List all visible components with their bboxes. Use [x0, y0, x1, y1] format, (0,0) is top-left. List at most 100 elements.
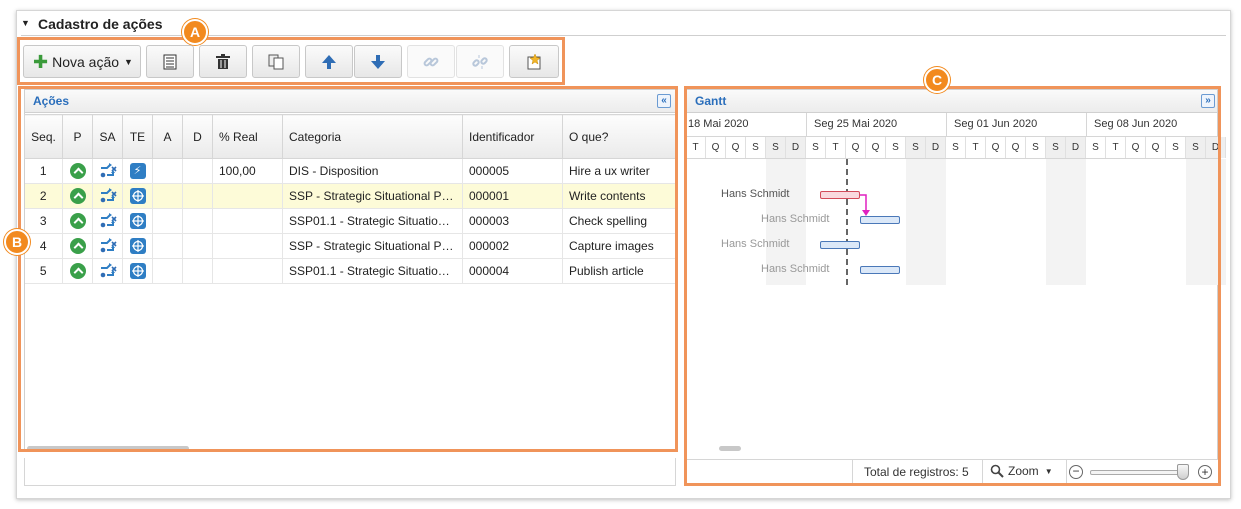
gantt-panel-title: Gantt: [695, 94, 727, 108]
gantt-day-label: T: [1106, 137, 1126, 158]
gantt-footer: Total de registros: 5 Zoom ▼ − +: [686, 459, 1218, 484]
delete-button[interactable]: [199, 45, 247, 78]
expand-right-icon[interactable]: »: [1201, 94, 1215, 108]
acoes-grid: Seq. P SA TE A D % Real Categoria Identi…: [24, 114, 677, 284]
shuffle-icon: [100, 263, 117, 278]
col-header-identificador[interactable]: Identificador: [462, 114, 563, 159]
arrow-down-icon: [371, 54, 385, 69]
chevron-down-icon: ▼: [1044, 466, 1053, 476]
cell-seq: 2: [24, 183, 63, 209]
gantt-day-label: T: [966, 137, 986, 158]
priority-up-icon: [69, 213, 86, 229]
gantt-day-label: S: [1026, 137, 1046, 158]
acoes-panel-title: Ações: [33, 94, 70, 108]
table-row[interactable]: 5 SSP01.1 - Strategic Situational Planni…: [24, 258, 677, 284]
col-header-seq[interactable]: Seq.: [24, 114, 63, 159]
gantt-day-label: S: [946, 137, 966, 158]
details-button[interactable]: [146, 45, 194, 78]
zoom-slider-track[interactable]: [1090, 470, 1186, 475]
cell-seq: 1: [24, 158, 63, 184]
gantt-days-row: TQQSSDSTQQSSDSTQQSSDSTQQSSD: [686, 137, 1226, 159]
move-down-button[interactable]: [354, 45, 402, 78]
shuffle-icon: [100, 188, 117, 203]
zoom-slider-handle[interactable]: [1177, 464, 1189, 480]
gantt-day-label: Q: [846, 137, 866, 158]
cell-real: 100,00: [212, 158, 283, 184]
gantt-week-label: Seg 01 Jun 2020: [954, 118, 1038, 130]
gantt-dependency-arrow: [860, 194, 870, 216]
zoom-out-icon[interactable]: −: [1069, 465, 1083, 479]
gantt-day-label: Q: [866, 137, 886, 158]
grid-horizontal-scrollbar[interactable]: [27, 446, 189, 451]
gantt-panel-header: Gantt »: [686, 89, 1218, 113]
gantt-day-label: S: [766, 137, 786, 158]
collapse-left-icon[interactable]: «: [657, 94, 671, 108]
cell-identificador: 000004: [462, 258, 563, 284]
magnifier-icon: [990, 464, 1004, 478]
table-row[interactable]: 3 SSP01.1 - Strategic Situational Planni…: [24, 208, 677, 234]
col-header-a[interactable]: A: [152, 114, 183, 159]
zoom-in-icon[interactable]: +: [1198, 465, 1212, 479]
total-records-label: Total de registros: 5: [864, 465, 969, 479]
gantt-week-label: Seg 08 Jun 2020: [1094, 118, 1178, 130]
cell-oque: Write contents: [562, 183, 677, 209]
new-action-button[interactable]: ✚ Nova ação ▼: [23, 45, 141, 78]
table-row[interactable]: 1 ⚡ 100,00 DIS - Disposition 000005 Hire…: [24, 158, 677, 184]
table-row[interactable]: 2 SSP - Strategic Situational Planning 0…: [24, 183, 677, 209]
priority-up-icon: [69, 188, 86, 204]
zoom-dropdown[interactable]: Zoom ▼: [990, 464, 1053, 478]
copy-icon: [268, 54, 284, 69]
gantt-day-label: S: [806, 137, 826, 158]
gantt-day-label: S: [886, 137, 906, 158]
callout-a: A: [182, 19, 208, 45]
gantt-day-label: T: [686, 137, 706, 158]
cell-categoria: SSP01.1 - Strategic Situational Planning: [282, 258, 463, 284]
target-icon: [129, 238, 146, 254]
col-header-real[interactable]: % Real: [212, 114, 283, 159]
gantt-weeks-row: 18 Mai 2020 Seg 25 Mai 2020 Seg 01 Jun 202…: [686, 113, 1218, 137]
gantt-day-label: D: [926, 137, 946, 158]
move-up-button[interactable]: [305, 45, 353, 78]
priority-up-icon: [69, 263, 86, 279]
gantt-day-label: S: [1166, 137, 1186, 158]
gantt-day-label: Q: [706, 137, 726, 158]
cell-oque: Capture images: [562, 233, 677, 259]
cell-categoria: SSP - Strategic Situational Planning: [282, 233, 463, 259]
col-header-te[interactable]: TE: [122, 114, 153, 159]
cell-seq: 3: [24, 208, 63, 234]
arrow-up-icon: [322, 54, 336, 69]
new-action-label: Nova ação: [52, 53, 120, 70]
col-header-sa[interactable]: SA: [92, 114, 123, 159]
link-icon: [423, 57, 439, 66]
col-header-categoria[interactable]: Categoria: [282, 114, 463, 159]
priority-up-icon: [69, 238, 86, 254]
collapse-caret-icon[interactable]: ▼: [21, 18, 30, 28]
cell-identificador: 000005: [462, 158, 563, 184]
shuffle-icon: [100, 238, 117, 253]
cell-oque: Publish article: [562, 258, 677, 284]
col-header-d[interactable]: D: [182, 114, 213, 159]
table-row[interactable]: 4 SSP - Strategic Situational Planning 0…: [24, 233, 677, 259]
col-header-oque[interactable]: O que?: [562, 114, 677, 159]
unlink-button[interactable]: [456, 45, 504, 78]
gantt-day-label: Q: [986, 137, 1006, 158]
gantt-day-label: S: [1186, 137, 1206, 158]
lightning-icon: ⚡: [129, 163, 146, 179]
priority-up-icon: [69, 163, 86, 179]
col-header-p[interactable]: P: [62, 114, 93, 159]
copy-button[interactable]: [252, 45, 300, 78]
cell-real: [212, 258, 283, 284]
cell-real: [212, 233, 283, 259]
gantt-day-label: S: [746, 137, 766, 158]
cell-seq: 4: [24, 233, 63, 259]
gantt-horizontal-scrollbar[interactable]: [719, 446, 741, 451]
gantt-day-label: Q: [1146, 137, 1166, 158]
link-button[interactable]: [407, 45, 455, 78]
gantt-day-label: Q: [1006, 137, 1026, 158]
unlink-icon: [472, 54, 488, 69]
cell-seq: 5: [24, 258, 63, 284]
gantt-day-label: Q: [1126, 137, 1146, 158]
gantt-week-label: Seg 25 Mai 2020: [814, 118, 898, 130]
gantt-day-label: S: [906, 137, 926, 158]
new-item-button[interactable]: [509, 45, 559, 78]
